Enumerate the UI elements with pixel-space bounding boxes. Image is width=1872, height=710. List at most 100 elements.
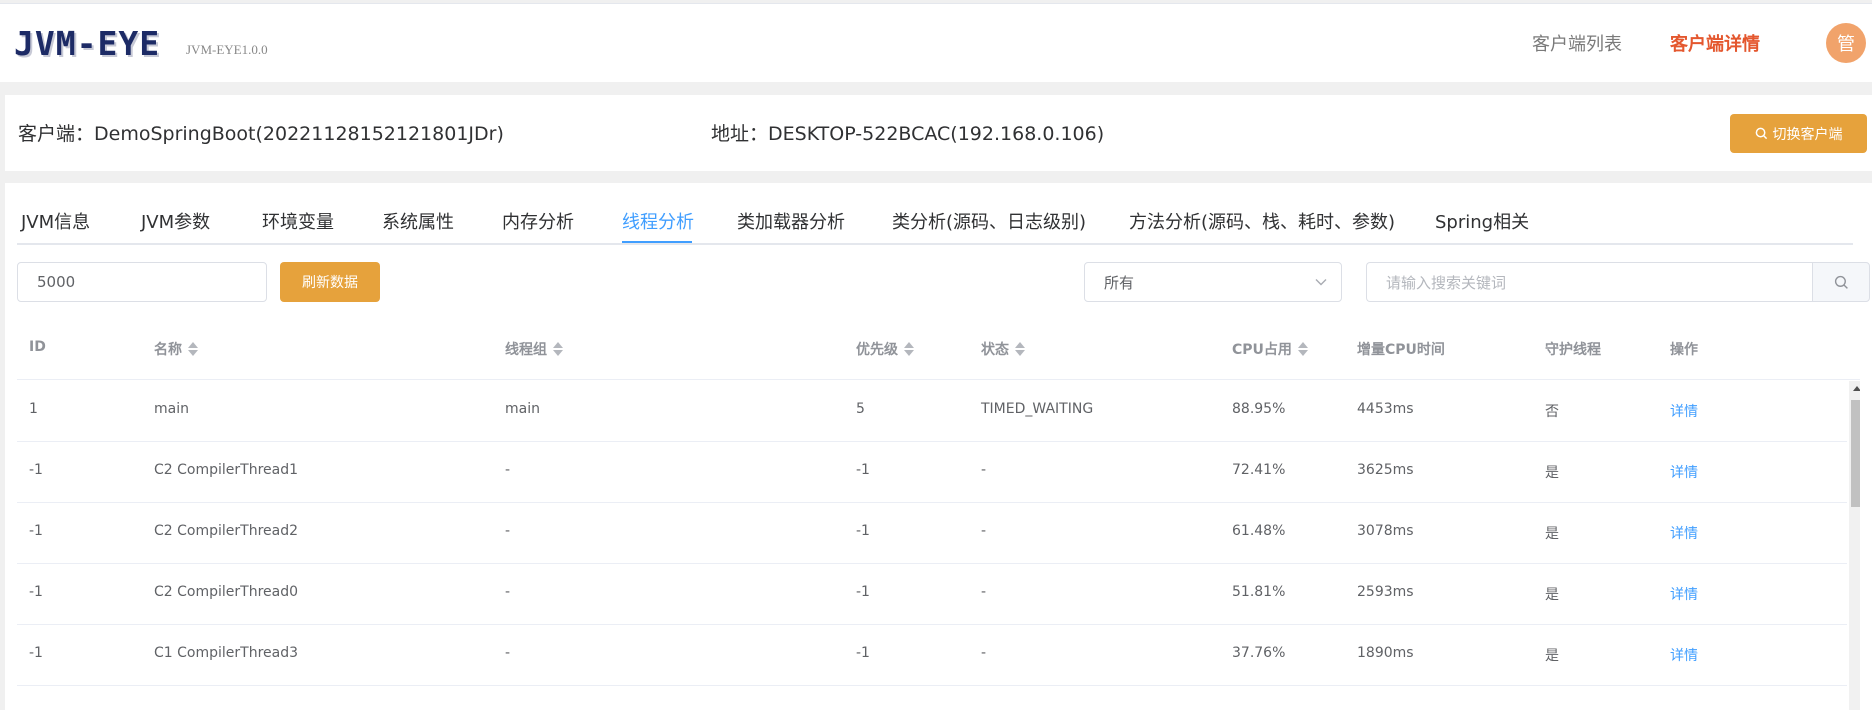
cell-cpu: 61.48% — [1232, 523, 1286, 539]
cell-cpu: 72.41% — [1232, 462, 1286, 478]
cell-cpu: 88.95% — [1232, 401, 1286, 417]
tab-spring[interactable]: Spring相关 — [1435, 208, 1529, 234]
cell-state: TIMED_WAITING — [981, 401, 1094, 417]
cell-id: -1 — [29, 462, 43, 478]
cell-name: C2 CompilerThread2 — [154, 523, 299, 539]
thread-state-select[interactable]: 所有 — [1084, 262, 1342, 302]
main-panel: JVM信息 JVM参数 环境变量 系统属性 内存分析 线程分析 类加载器分析 类… — [5, 183, 1872, 710]
analysis-tabs: JVM信息 JVM参数 环境变量 系统属性 内存分析 线程分析 类加载器分析 类… — [17, 183, 1853, 245]
tab-system-props[interactable]: 系统属性 — [382, 208, 454, 234]
table-header: ID 名称 线程组 优先级 状态 CPU占用 增量CPU时间 守护线程 操作 — [17, 319, 1860, 380]
search-icon — [1755, 127, 1767, 140]
app-logo: JVM-EYE — [14, 24, 161, 63]
tab-thread-analysis[interactable]: 线程分析 — [622, 208, 694, 234]
cell-state: - — [981, 584, 987, 600]
cell-daemon: 否 — [1545, 404, 1559, 420]
header-daemon: 守护线程 — [1545, 342, 1601, 358]
cell-name: C2 CompilerThread0 — [154, 584, 299, 600]
cell-name: C1 CompilerThread3 — [154, 645, 299, 661]
cell-priority: -1 — [856, 523, 870, 539]
cell-delta-cpu: 4453ms — [1357, 401, 1414, 417]
table-row: 1 main main 5 TIMED_WAITING 88.95% 4453m… — [17, 381, 1847, 442]
cell-id: 1 — [29, 401, 38, 417]
tab-classloader-analysis[interactable]: 类加载器分析 — [737, 208, 845, 234]
scroll-up-arrow-icon[interactable] — [1853, 386, 1860, 391]
table-row: -1 C2 CompilerThread2 - -1 - 61.48% 3078… — [17, 503, 1847, 564]
nav-client-list[interactable]: 客户端列表 — [1532, 30, 1622, 56]
search-input[interactable]: 请输入搜索关键词 — [1366, 262, 1812, 302]
nav-client-detail[interactable]: 客户端详情 — [1670, 30, 1760, 56]
cell-priority: 5 — [856, 401, 865, 417]
cell-group: - — [505, 584, 511, 600]
header-state[interactable]: 状态 — [981, 339, 1025, 359]
sort-icon[interactable] — [1297, 341, 1308, 357]
tab-jvm-params[interactable]: JVM参数 — [141, 208, 210, 234]
cell-name: main — [154, 401, 189, 417]
sort-icon[interactable] — [553, 341, 563, 357]
cell-priority: -1 — [856, 584, 870, 600]
cell-group: - — [505, 645, 511, 661]
header-cpu[interactable]: CPU占用 — [1232, 339, 1308, 359]
active-tab-indicator — [622, 241, 692, 243]
tab-method-analysis[interactable]: 方法分析(源码、栈、耗时、参数) — [1129, 208, 1395, 234]
client-name: 客户端：DemoSpringBoot(20221128152121801JDr) — [18, 123, 504, 145]
cell-priority: -1 — [856, 645, 870, 661]
sort-icon[interactable] — [1015, 341, 1025, 357]
cell-state: - — [981, 462, 987, 478]
table-row: -1 C2 CompilerThread0 - -1 - 51.81% 2593… — [17, 564, 1847, 625]
header-priority[interactable]: 优先级 — [856, 339, 914, 359]
table-row: -1 C2 CompilerThread1 - -1 - 72.41% 3625… — [17, 442, 1847, 503]
cell-name: C2 CompilerThread1 — [154, 462, 299, 478]
sort-icon[interactable] — [904, 341, 914, 357]
cell-priority: -1 — [856, 462, 870, 478]
cell-id: -1 — [29, 645, 43, 661]
tab-env-vars[interactable]: 环境变量 — [262, 208, 334, 234]
header-name[interactable]: 名称 — [154, 339, 198, 359]
detail-link[interactable]: 详情 — [1670, 584, 1698, 604]
thread-table: ID 名称 线程组 优先级 状态 CPU占用 增量CPU时间 守护线程 操作 1… — [17, 319, 1860, 710]
client-info-bar: 客户端：DemoSpringBoot(20221128152121801JDr)… — [5, 95, 1872, 171]
cell-daemon: 是 — [1545, 526, 1559, 542]
scrollbar-thumb[interactable] — [1851, 400, 1860, 507]
cell-delta-cpu: 3625ms — [1357, 462, 1414, 478]
cell-state: - — [981, 645, 987, 661]
switch-client-button[interactable]: 切换客户端 — [1730, 114, 1867, 153]
cell-group: - — [505, 462, 511, 478]
header-action: 操作 — [1670, 342, 1698, 358]
header-id: ID — [29, 339, 46, 355]
detail-link[interactable]: 详情 — [1670, 645, 1698, 665]
cell-group: main — [505, 401, 540, 417]
cell-id: -1 — [29, 584, 43, 600]
tab-memory-analysis[interactable]: 内存分析 — [502, 208, 574, 234]
search-button[interactable] — [1812, 262, 1870, 302]
user-avatar[interactable]: 管 — [1826, 23, 1866, 63]
refresh-interval-input[interactable]: 5000 — [17, 262, 267, 302]
search-icon — [1834, 275, 1848, 289]
cell-state: - — [981, 523, 987, 539]
cell-group: - — [505, 523, 511, 539]
tab-class-analysis[interactable]: 类分析(源码、日志级别) — [892, 208, 1086, 234]
cell-daemon: 是 — [1545, 648, 1559, 664]
cell-cpu: 51.81% — [1232, 584, 1286, 600]
cell-delta-cpu: 3078ms — [1357, 523, 1414, 539]
app-version: JVM-EYE1.0.0 — [186, 42, 268, 57]
cell-daemon: 是 — [1545, 587, 1559, 603]
detail-link[interactable]: 详情 — [1670, 523, 1698, 543]
header-group[interactable]: 线程组 — [505, 339, 563, 359]
header-delta-cpu: 增量CPU时间 — [1357, 342, 1445, 358]
sort-icon[interactable] — [188, 341, 198, 357]
client-address: 地址：DESKTOP-522BCAC(192.168.0.106) — [711, 123, 1105, 145]
table-row: -1 C1 CompilerThread3 - -1 - 37.76% 1890… — [17, 625, 1847, 686]
detail-link[interactable]: 详情 — [1670, 462, 1698, 482]
cell-delta-cpu: 2593ms — [1357, 584, 1414, 600]
cell-cpu: 37.76% — [1232, 645, 1286, 661]
thread-state-value: 所有 — [1104, 273, 1135, 292]
table-scrollbar[interactable] — [1849, 381, 1860, 710]
detail-link[interactable]: 详情 — [1670, 401, 1698, 421]
cell-delta-cpu: 1890ms — [1357, 645, 1414, 661]
cell-daemon: 是 — [1545, 465, 1559, 481]
refresh-data-button[interactable]: 刷新数据 — [280, 262, 380, 302]
cell-id: -1 — [29, 523, 43, 539]
chevron-down-icon — [1315, 279, 1327, 286]
tab-jvm-info[interactable]: JVM信息 — [21, 208, 90, 234]
